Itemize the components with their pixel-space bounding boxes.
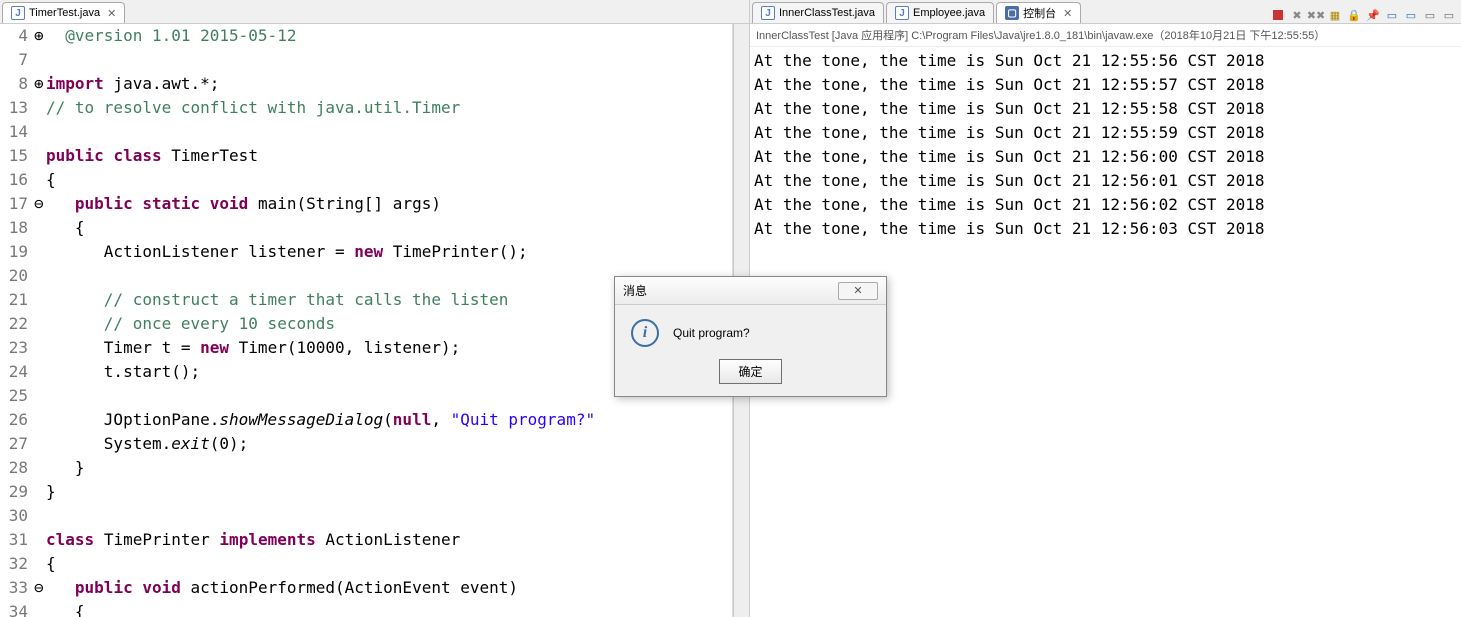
clear-console-icon[interactable]: ▦ xyxy=(1327,7,1343,23)
tab-label: TimerTest.java xyxy=(29,7,100,19)
pin-console-icon[interactable]: 📌 xyxy=(1365,7,1381,23)
min-icon[interactable]: ▭ xyxy=(1422,7,1438,23)
java-file-icon: J xyxy=(761,6,775,20)
terminate-icon[interactable] xyxy=(1270,7,1286,23)
open-console-icon[interactable]: ▭ xyxy=(1403,7,1419,23)
console-toolbar: ✖ ✖✖ ▦ 🔒 📌 ▭ ▭ ▭ ▭ xyxy=(1270,7,1461,23)
line-numbers: 4 7 8 13 14 15 16 17 18 19 20 21 22 23 2… xyxy=(0,24,34,617)
remove-all-icon[interactable]: ✖✖ xyxy=(1308,7,1324,23)
java-file-icon: J xyxy=(11,6,25,20)
tab-console[interactable]: ▢ 控制台 ✕ xyxy=(996,2,1081,23)
ok-button[interactable]: 确定 xyxy=(719,359,781,384)
close-icon[interactable]: ✕ xyxy=(1063,7,1072,20)
right-tab-bar: J InnerClassTest.java J Employee.java ▢ … xyxy=(750,0,1461,24)
tab-timertest[interactable]: J TimerTest.java ✕ xyxy=(2,2,125,23)
console-process-header: InnerClassTest [Java 应用程序] C:\Program Fi… xyxy=(750,24,1461,47)
fold-markers[interactable]: ⊕ ⊕ ⊖ ⊖ xyxy=(34,24,46,617)
scroll-lock-icon[interactable]: 🔒 xyxy=(1346,7,1362,23)
java-file-icon: J xyxy=(895,6,909,20)
dialog-close-button[interactable]: ✕ xyxy=(838,282,878,300)
display-console-icon[interactable]: ▭ xyxy=(1384,7,1400,23)
tab-innerclasstest[interactable]: J InnerClassTest.java xyxy=(752,2,884,23)
dialog-body: i Quit program? xyxy=(615,305,886,353)
tab-label: 控制台 xyxy=(1023,5,1056,21)
dialog-title: 消息 xyxy=(623,282,647,299)
max-icon[interactable]: ▭ xyxy=(1441,7,1457,23)
dialog-title-bar[interactable]: 消息 ✕ xyxy=(615,277,886,305)
tab-label: InnerClassTest.java xyxy=(779,7,875,19)
remove-launch-icon[interactable]: ✖ xyxy=(1289,7,1305,23)
console-icon: ▢ xyxy=(1005,6,1019,20)
tab-employee[interactable]: J Employee.java xyxy=(886,2,994,23)
close-icon[interactable]: ✕ xyxy=(107,7,116,20)
info-icon: i xyxy=(631,319,659,347)
dialog-button-row: 确定 xyxy=(615,353,886,396)
dialog-message: Quit program? xyxy=(673,326,750,340)
tab-label: Employee.java xyxy=(913,7,985,19)
message-dialog: 消息 ✕ i Quit program? 确定 xyxy=(614,276,887,397)
editor-tab-bar: J TimerTest.java ✕ xyxy=(0,0,749,24)
